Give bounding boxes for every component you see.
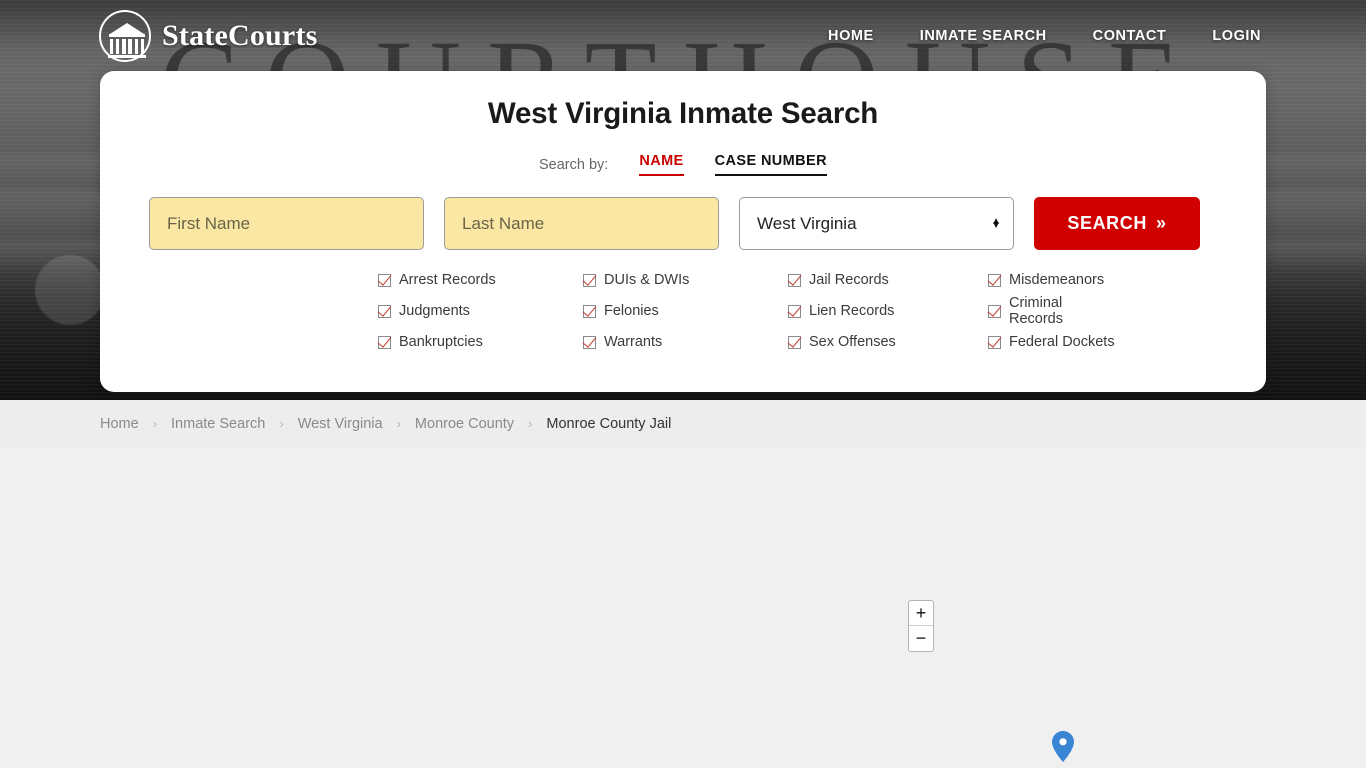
- breadcrumb-item-inmate-search[interactable]: Inmate Search: [171, 416, 265, 432]
- site-logo[interactable]: StateCourts: [99, 10, 318, 62]
- search-fields-row: West Virginia ▲▼ SEARCH »: [100, 197, 1266, 250]
- state-select-wrapper[interactable]: West Virginia ▲ ▼: [739, 197, 1014, 250]
- record-type-item[interactable]: DUIs & DWIs: [583, 272, 788, 288]
- checkbox-checked-icon: [788, 273, 801, 287]
- inmate-search-card: West Virginia Inmate Search Search by: N…: [100, 71, 1266, 392]
- breadcrumb-separator-icon: ›: [279, 416, 284, 431]
- page-background: [0, 447, 1366, 768]
- breadcrumb: Home › Inmate Search › West Virginia › M…: [0, 400, 1366, 447]
- zoom-out-button[interactable]: −: [909, 626, 933, 651]
- record-type-item[interactable]: Lien Records: [788, 295, 988, 327]
- breadcrumb-item-current: Monroe County Jail: [546, 415, 672, 432]
- search-by-row: Search by: NAME CASE NUMBER: [100, 153, 1266, 176]
- record-type-item[interactable]: Misdemeanors: [988, 272, 1116, 288]
- breadcrumb-item-home[interactable]: Home: [100, 416, 139, 432]
- record-type-item[interactable]: Felonies: [583, 295, 788, 327]
- record-type-label: Jail Records: [809, 272, 889, 288]
- checkbox-checked-icon: [988, 304, 1001, 318]
- record-types-list: Arrest Records DUIs & DWIs Jail Records …: [100, 272, 1266, 350]
- checkbox-checked-icon: [378, 335, 391, 349]
- courthouse-circle-icon: [99, 10, 151, 62]
- checkbox-checked-icon: [583, 304, 596, 318]
- record-type-label: Misdemeanors: [1009, 272, 1105, 288]
- first-name-input[interactable]: [149, 197, 424, 250]
- checkbox-checked-icon: [583, 273, 596, 287]
- record-type-label: Criminal Records: [1009, 295, 1063, 327]
- top-navigation-bar: StateCourts HOME INMATE SEARCH CONTACT L…: [0, 0, 1366, 72]
- record-type-label: Sex Offenses: [809, 334, 896, 350]
- breadcrumb-separator-icon: ›: [396, 416, 401, 431]
- nav-item-home[interactable]: HOME: [828, 28, 874, 44]
- breadcrumb-item-monroe-county[interactable]: Monroe County: [415, 416, 514, 432]
- tab-name[interactable]: NAME: [639, 153, 684, 176]
- last-name-input[interactable]: [444, 197, 719, 250]
- nav-item-inmate-search[interactable]: INMATE SEARCH: [920, 28, 1047, 44]
- record-type-item[interactable]: Jail Records: [788, 272, 988, 288]
- breadcrumb-separator-icon: ›: [528, 416, 533, 431]
- map-zoom-controls[interactable]: + −: [908, 600, 934, 652]
- nav-item-contact[interactable]: CONTACT: [1093, 28, 1167, 44]
- breadcrumb-item-west-virginia[interactable]: West Virginia: [298, 416, 383, 432]
- record-type-label: Federal Dockets: [1009, 334, 1115, 350]
- tab-case-number[interactable]: CASE NUMBER: [714, 153, 827, 176]
- record-type-label: Judgments: [399, 303, 470, 319]
- search-button[interactable]: SEARCH »: [1034, 197, 1200, 250]
- checkbox-checked-icon: [788, 335, 801, 349]
- record-type-label: Lien Records: [809, 303, 895, 319]
- chevron-updown-icon: ▲ ▼: [991, 215, 1001, 231]
- record-type-label: Felonies: [604, 303, 659, 319]
- checkbox-checked-icon: [378, 304, 391, 318]
- record-type-item[interactable]: Sex Offenses: [788, 334, 988, 350]
- search-button-label: SEARCH: [1067, 213, 1147, 233]
- record-type-label: Warrants: [604, 334, 663, 350]
- search-by-label: Search by:: [539, 157, 609, 173]
- search-panel-title: West Virginia Inmate Search: [487, 97, 879, 130]
- record-type-label: Arrest Records: [399, 272, 496, 288]
- map-pin-marker[interactable]: [1052, 731, 1074, 762]
- record-type-item[interactable]: Bankruptcies: [378, 334, 583, 350]
- checkbox-checked-icon: [788, 304, 801, 318]
- record-type-item[interactable]: Federal Dockets: [988, 334, 1116, 350]
- nav-item-login[interactable]: LOGIN: [1212, 28, 1261, 44]
- record-type-item[interactable]: Judgments: [378, 295, 583, 327]
- zoom-in-button[interactable]: +: [909, 601, 933, 626]
- record-type-label: DUIs & DWIs: [604, 272, 690, 288]
- site-logo-text: StateCourts: [162, 19, 318, 52]
- checkbox-checked-icon: [583, 335, 596, 349]
- double-chevron-right-icon: »: [1155, 213, 1167, 233]
- checkbox-checked-icon: [988, 335, 1001, 349]
- record-type-item[interactable]: Arrest Records: [378, 272, 583, 288]
- state-select[interactable]: West Virginia: [739, 197, 1014, 250]
- record-type-label: Bankruptcies: [399, 334, 483, 350]
- main-nav: HOME INMATE SEARCH CONTACT LOGIN: [828, 28, 1261, 44]
- record-type-item[interactable]: Criminal Records: [988, 295, 1116, 327]
- breadcrumb-separator-icon: ›: [152, 416, 158, 431]
- checkbox-checked-icon: [988, 273, 1001, 287]
- checkbox-checked-icon: [378, 273, 391, 287]
- hero-banner: COURTHOUSE StateCourts HOME INMATE SEARC…: [0, 0, 1366, 400]
- record-type-item[interactable]: Warrants: [583, 334, 788, 350]
